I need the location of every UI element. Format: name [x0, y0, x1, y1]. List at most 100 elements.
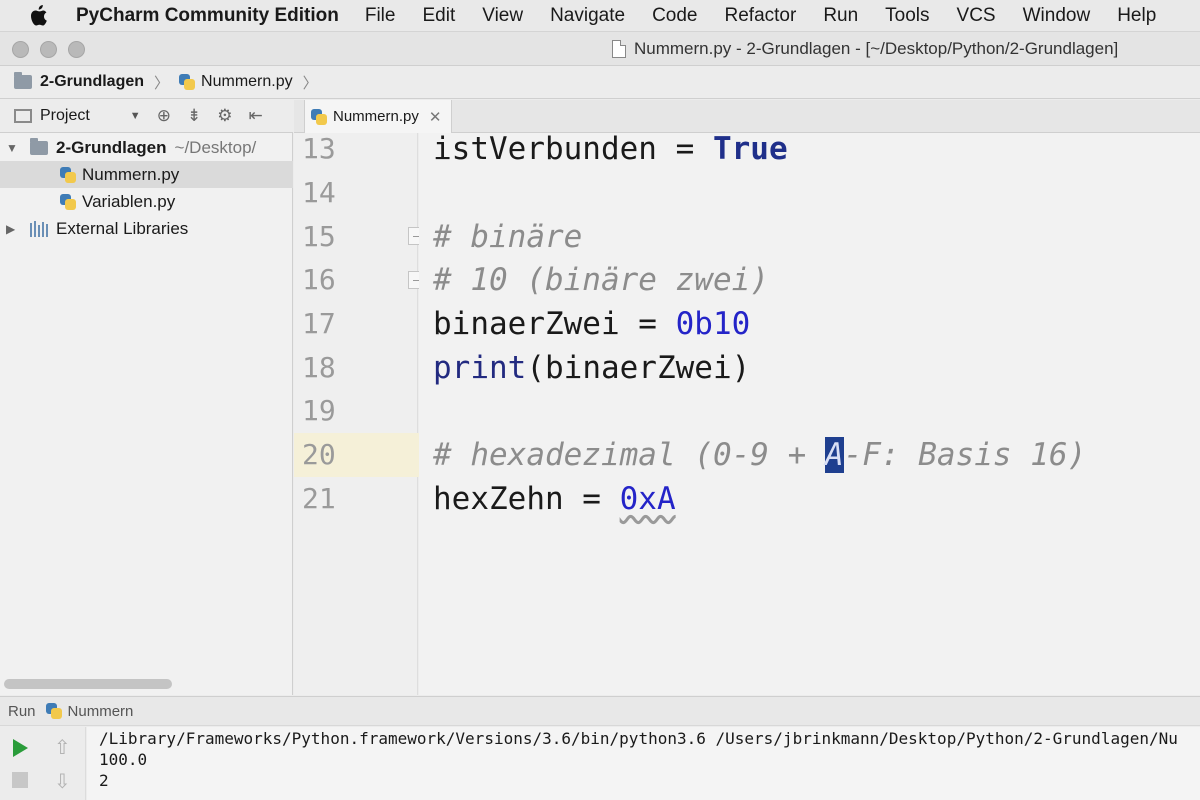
- code-comment: # 10 (binäre zwei): [433, 262, 769, 298]
- editor-tab-bar: Nummern.py ✕: [294, 100, 1200, 133]
- menu-vcs[interactable]: VCS: [957, 5, 996, 27]
- code-comment: # hexadezimal (0-9 +: [433, 437, 825, 473]
- line-number: 15: [302, 220, 336, 253]
- chevron-right-icon: 〉: [302, 74, 318, 92]
- collapse-all-icon[interactable]: ⇟: [187, 106, 201, 126]
- line-number: 21: [302, 482, 336, 515]
- code-number: 0b10: [675, 306, 751, 342]
- menu-run[interactable]: Run: [823, 5, 858, 27]
- library-icon: [30, 220, 50, 237]
- arrow-down-icon[interactable]: ⇩: [54, 769, 71, 794]
- tree-root-name: 2-Grundlagen: [56, 137, 167, 157]
- stop-icon[interactable]: [12, 772, 28, 788]
- menu-refactor[interactable]: Refactor: [725, 5, 797, 27]
- menu-view[interactable]: View: [482, 5, 523, 27]
- hide-panel-icon[interactable]: ⇤: [248, 106, 262, 126]
- line-number: 13: [302, 132, 336, 165]
- console-line: 2: [99, 771, 109, 790]
- code-comment: -F: Basis 16): [843, 437, 1087, 473]
- python-file-icon: [179, 74, 196, 90]
- locate-file-icon[interactable]: ⊕: [157, 106, 171, 126]
- line-number: 19: [302, 394, 336, 427]
- menu-navigate[interactable]: Navigate: [550, 5, 625, 27]
- project-view-icon: [14, 109, 32, 123]
- horizontal-scrollbar[interactable]: [4, 679, 172, 689]
- close-window-button[interactable]: [12, 41, 29, 58]
- tree-file-label: Variablen.py: [82, 191, 176, 211]
- tree-file-variablen[interactable]: Variablen.py: [0, 188, 293, 215]
- run-console-output[interactable]: /Library/Frameworks/Python.framework/Ver…: [87, 727, 1200, 800]
- code-token: binaerZwei =: [433, 306, 676, 342]
- code-token: istVerbunden =: [433, 133, 713, 167]
- app-name-menu[interactable]: PyCharm Community Edition: [76, 5, 339, 27]
- project-tree: ▼ 2-Grundlagen ~/Desktop/ Nummern.py Var…: [0, 133, 293, 695]
- code-line: # binäre: [419, 215, 1200, 259]
- menu-code[interactable]: Code: [652, 5, 697, 27]
- menu-help[interactable]: Help: [1117, 5, 1156, 27]
- folder-icon: [14, 72, 32, 89]
- code-builtin: print: [433, 350, 527, 386]
- text-cursor-selection: A: [824, 437, 844, 473]
- window-title-bar: Nummern.py - 2-Grundlagen - [~/Desktop/P…: [0, 32, 1200, 66]
- code-editor[interactable]: istVerbunden = True # binäre # 10 (binär…: [419, 133, 1200, 695]
- zoom-window-button[interactable]: [68, 41, 85, 58]
- code-token: (binaerZwei): [526, 350, 751, 386]
- code-comment: # binäre: [433, 219, 583, 255]
- project-view-selector[interactable]: Project: [40, 107, 90, 125]
- window-controls: [12, 41, 85, 58]
- code-line: # 10 (binäre zwei): [419, 258, 1200, 302]
- code-line: print(binaerZwei): [419, 346, 1200, 390]
- line-number: 18: [302, 351, 336, 384]
- code-keyword: True: [712, 133, 788, 167]
- project-tool-header: Project ▼ ⊕ ⇟ ⚙ ⇤: [0, 100, 293, 133]
- window-title-text: Nummern.py - 2-Grundlagen - [~/Desktop/P…: [634, 39, 1119, 58]
- play-icon[interactable]: [13, 739, 28, 757]
- apple-icon[interactable]: [28, 4, 50, 28]
- code-token: hexZehn =: [433, 481, 620, 517]
- tree-file-label: Nummern.py: [82, 164, 180, 184]
- line-number: 14: [302, 176, 336, 209]
- python-file-icon: [60, 193, 76, 210]
- file-icon: [612, 40, 626, 58]
- tree-root-row[interactable]: ▼ 2-Grundlagen ~/Desktop/: [0, 134, 293, 161]
- code-line: hexZehn = 0xA: [419, 477, 1200, 521]
- breadcrumb-file[interactable]: Nummern.py: [201, 73, 293, 91]
- expand-triangle-icon[interactable]: ▶: [6, 222, 18, 236]
- console-line: 100.0: [99, 750, 148, 769]
- folder-icon: [30, 137, 48, 155]
- tab-label: Nummern.py: [333, 108, 419, 125]
- python-file-icon: [45, 703, 62, 719]
- line-number: 20: [302, 438, 336, 471]
- minimize-window-button[interactable]: [40, 41, 57, 58]
- menu-tools[interactable]: Tools: [885, 5, 929, 27]
- tree-root-path: ~/Desktop/: [174, 137, 257, 157]
- chevron-down-icon[interactable]: ▼: [130, 110, 141, 122]
- tree-file-nummern[interactable]: Nummern.py: [0, 161, 293, 188]
- code-line: # hexadezimal (0-9 + A-F: Basis 16): [419, 433, 1200, 477]
- line-number: 16: [302, 263, 336, 296]
- code-number: 0xA: [619, 481, 676, 517]
- code-line: binaerZwei = 0b10: [419, 302, 1200, 346]
- code-line: istVerbunden = True: [419, 133, 1200, 171]
- run-config-name[interactable]: Nummern: [68, 703, 134, 720]
- menu-edit[interactable]: Edit: [422, 5, 455, 27]
- breadcrumb: 2-Grundlagen 〉 Nummern.py 〉: [0, 66, 1200, 99]
- tree-external-libraries[interactable]: ▶ External Libraries: [0, 215, 293, 242]
- window-title: Nummern.py - 2-Grundlagen - [~/Desktop/P…: [612, 39, 1118, 59]
- python-file-icon: [311, 108, 327, 125]
- menu-window[interactable]: Window: [1023, 5, 1091, 27]
- close-tab-icon[interactable]: ✕: [429, 108, 442, 126]
- arrow-up-icon[interactable]: ⇧: [54, 735, 71, 760]
- tree-libraries-label: External Libraries: [56, 218, 189, 238]
- expand-triangle-icon[interactable]: ▼: [6, 141, 18, 155]
- python-file-icon: [60, 166, 76, 183]
- breadcrumb-project[interactable]: 2-Grundlagen: [40, 73, 144, 91]
- console-line: /Library/Frameworks/Python.framework/Ver…: [99, 729, 1178, 748]
- gear-icon[interactable]: ⚙: [217, 106, 232, 126]
- run-tool-header: Run Nummern: [0, 696, 1200, 726]
- macos-menu-bar: PyCharm Community Edition File Edit View…: [0, 0, 1200, 32]
- chevron-right-icon: 〉: [154, 74, 170, 92]
- menu-file[interactable]: File: [365, 5, 396, 27]
- run-tab-label[interactable]: Run: [8, 703, 36, 720]
- run-toolbar: ⇧ ⇩: [0, 727, 86, 800]
